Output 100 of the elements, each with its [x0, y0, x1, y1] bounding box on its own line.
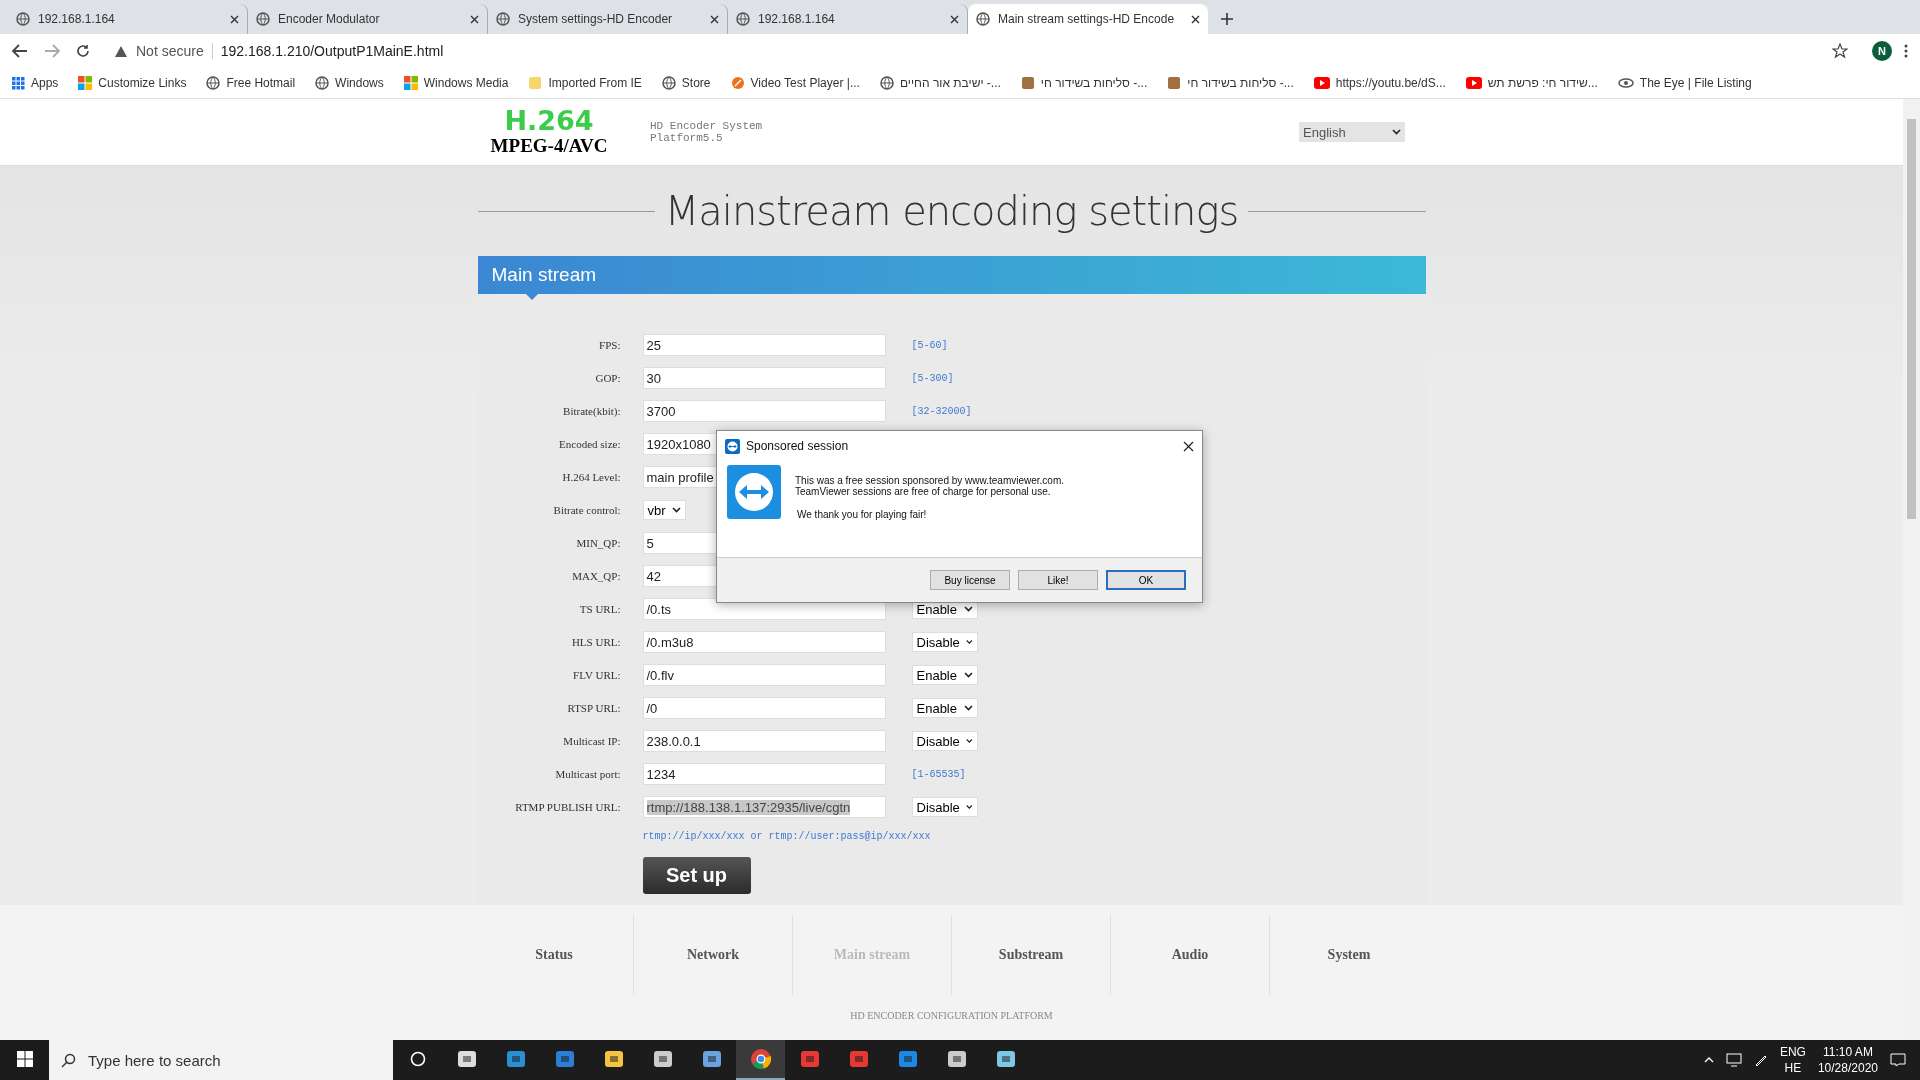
app-icon[interactable] [994, 1048, 1017, 1070]
dropdown[interactable]: Disable [911, 797, 978, 817]
dropdown[interactable]: Disable [911, 632, 978, 652]
range-hint: [32-32000] [911, 405, 972, 417]
windows-start-icon[interactable] [16, 1051, 33, 1067]
field-label: Multicast port: [554, 768, 621, 780]
scrollbar[interactable] [1903, 99, 1920, 1040]
input-field[interactable]: 30 [642, 367, 886, 389]
keyboard-layout[interactable]: HE [1784, 1060, 1802, 1076]
field-label: RTMP PUBLISH URL: [514, 801, 621, 813]
bookmark-link[interactable]: Apps [31, 76, 59, 90]
language-select[interactable]: English [1299, 122, 1405, 142]
bookmark-link[interactable]: ישיבת אור החיים -... [899, 76, 1001, 90]
menu-icon[interactable] [1904, 44, 1908, 58]
dropdown[interactable]: Enable [911, 698, 978, 718]
arrows-logo-icon [727, 465, 781, 519]
field-label: GOP: [594, 372, 621, 384]
globe-icon [16, 12, 30, 26]
globe-icon [315, 76, 330, 90]
field-label: FLV URL: [572, 669, 621, 681]
bookmark-link[interactable]: סליחות בשידור חי -... [1040, 76, 1148, 90]
bookmark-link[interactable]: Imported From IE [548, 76, 642, 90]
back-arrow-icon[interactable] [12, 44, 28, 58]
nav-tab[interactable]: System [1269, 915, 1428, 995]
chevron-down-icon [965, 738, 973, 744]
input-field[interactable]: 238.0.0.1 [642, 730, 886, 752]
bookmark-link[interactable]: Customize Links [98, 76, 187, 90]
nav-tab[interactable]: Substream [951, 915, 1110, 995]
bookmark-link[interactable]: Store [681, 76, 711, 90]
field-label: H.264 Level: [561, 471, 621, 483]
clock-date[interactable]: 10/28/2020 [1817, 1060, 1878, 1076]
dropdown[interactable]: Disable [911, 731, 978, 751]
bookmark-link[interactable]: Video Test Player |... [750, 76, 860, 90]
setup-button[interactable]: Set up [642, 857, 751, 894]
dropdown[interactable]: Enable [911, 665, 978, 685]
close-icon[interactable] [1183, 440, 1194, 452]
app-icon[interactable] [651, 1048, 674, 1070]
field-label: Multicast IP: [562, 735, 621, 747]
close-icon[interactable] [710, 14, 719, 24]
plus-icon[interactable] [1220, 12, 1234, 26]
field-label: RTSP URL: [566, 702, 621, 714]
bookmark-link[interactable]: The Eye | File Listing [1639, 76, 1752, 90]
nav-tab[interactable]: Audio [1110, 915, 1269, 995]
input-field[interactable]: 1234 [642, 763, 886, 785]
input-field[interactable]: rtmp://188.138.1.137:2935/live/cgtn [642, 796, 886, 818]
bookmark-link[interactable]: Free Hotmail [226, 76, 296, 90]
clock-time[interactable]: 11:10 AM [1823, 1044, 1873, 1060]
input-field[interactable]: /0 [642, 697, 886, 719]
dialog-thanks: We thank you for playing fair! [797, 509, 928, 520]
footer-text: HD ENCODER CONFIGURATION PLATFORM [850, 1010, 1053, 1021]
bookmark-link[interactable]: https://youtu.be/dS... [1335, 76, 1446, 90]
language-indicator[interactable]: ENG [1779, 1044, 1806, 1060]
browser-tab[interactable]: Main stream settings-HD Encode [968, 4, 1208, 34]
app-icon[interactable] [455, 1048, 478, 1070]
close-icon[interactable] [470, 14, 479, 24]
globe-icon [256, 12, 270, 26]
dialog-button[interactable]: Like! [1018, 570, 1098, 590]
bookmark-link[interactable]: Windows Media [423, 76, 509, 90]
bookmark-link[interactable]: סליחות בשידור חי -... [1187, 76, 1294, 90]
nav-tab[interactable]: Status [475, 915, 633, 995]
chevron-down-icon [965, 804, 973, 810]
input-field[interactable]: /0.m3u8 [642, 631, 886, 653]
input-field[interactable]: 25 [642, 334, 886, 356]
close-icon[interactable] [230, 14, 239, 24]
input-field[interactable]: 3700 [642, 400, 886, 422]
thumbnail-icon [1020, 76, 1035, 90]
app-icon[interactable] [700, 1048, 723, 1070]
star-icon[interactable] [1832, 43, 1848, 59]
network-icon[interactable] [1725, 1053, 1742, 1067]
input-field[interactable]: /0.flv [642, 664, 886, 686]
globe-icon [976, 12, 990, 26]
logo-subtitle: MPEG-4/AVC [490, 135, 608, 157]
close-icon[interactable] [1191, 14, 1200, 24]
chevron-up-icon[interactable] [1703, 1057, 1714, 1063]
app-icon[interactable] [945, 1048, 968, 1070]
chevron-down-icon [1392, 129, 1401, 135]
dialog-button[interactable]: Buy license [930, 570, 1010, 590]
notification-icon[interactable] [1890, 1053, 1906, 1067]
bookmark-link[interactable]: שידור חי: פרשת תש... [1487, 76, 1598, 90]
warning-icon [114, 44, 128, 58]
taskbar-search-field[interactable]: Type here to search [49, 1040, 393, 1080]
reload-icon[interactable] [76, 44, 90, 58]
nav-tab[interactable]: Network [633, 915, 792, 995]
avatar-icon[interactable] [1872, 41, 1892, 61]
platform-version: Platform5.5 [650, 132, 724, 144]
chevron-down-icon [965, 639, 973, 645]
app-icon[interactable] [602, 1048, 625, 1070]
eye-icon [1617, 77, 1634, 89]
globe-icon [496, 12, 510, 26]
close-icon[interactable] [950, 14, 959, 24]
chevron-down-icon [671, 507, 681, 513]
dialog-title: Sponsored session [746, 439, 849, 453]
chrome-icon[interactable] [749, 1048, 772, 1070]
pen-icon[interactable] [1753, 1053, 1768, 1067]
dropdown[interactable]: vbr [642, 500, 686, 520]
page-title: Mainstream encoding settings [664, 188, 1239, 234]
bookmark-link[interactable]: Windows [335, 76, 384, 90]
field-label: Bitrate(kbit): [562, 405, 621, 417]
address-bar[interactable]: Not secure 192.168.1.210/OutputP1MainE.html [106, 37, 1856, 65]
dialog-button[interactable]: OK [1106, 570, 1186, 590]
